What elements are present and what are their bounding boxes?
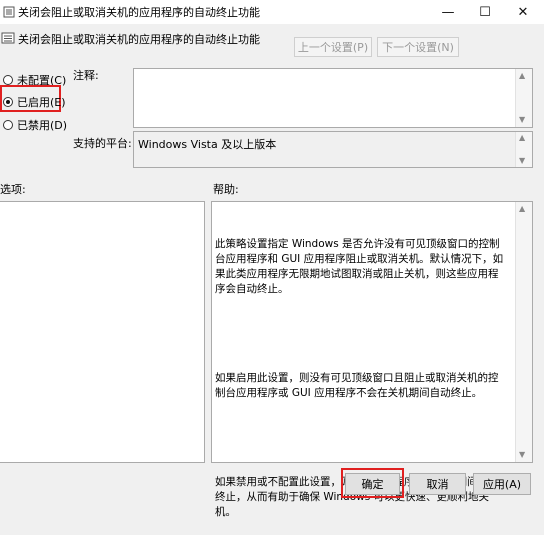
scroll-up-icon[interactable]: ▲ [519,134,525,142]
radio-circle[interactable] [3,120,13,130]
radio-label: 已启用(E) [17,96,66,109]
help-scrollbar[interactable]: ▲ ▼ [515,202,532,462]
help-label: 帮助: [213,183,239,196]
radio-enabled[interactable]: 已启用(E) [3,94,66,110]
scroll-down-icon[interactable]: ▼ [519,116,525,124]
comment-scrollbar[interactable]: ▲ ▼ [515,69,532,127]
scroll-up-icon[interactable]: ▲ [519,205,525,213]
help-paragraph-2: 如果启用此设置，则没有可见顶级窗口且阻止或取消关机的控制台应用程序或 GUI 应… [215,372,499,399]
ok-button[interactable]: 确定 [345,473,400,495]
platform-scrollbar[interactable]: ▲ ▼ [515,132,532,167]
radio-disabled[interactable]: 已禁用(D) [3,117,67,133]
radio-label: 已禁用(D) [17,119,68,132]
help-paragraph-1: 此策略设置指定 Windows 是否允许没有可见顶级窗口的控制台应用程序和 GU… [215,238,504,295]
policy-icon [1,32,15,44]
close-icon[interactable]: ✕ [505,0,541,24]
prev-setting-button[interactable]: 上一个设置(P) [294,37,372,57]
title-bar: 关闭会阻止或取消关机的应用程序的自动终止功能 — ☐ ✕ [0,0,544,24]
radio-circle-selected[interactable] [3,97,13,107]
scroll-up-icon[interactable]: ▲ [519,72,525,80]
policy-icon [3,6,15,18]
comment-textarea[interactable]: ▲ ▼ [133,68,533,128]
cancel-button[interactable]: 取消 [409,473,466,495]
scroll-down-icon[interactable]: ▼ [519,451,525,459]
platform-box: Windows Vista 及以上版本 ▲ ▼ [133,131,533,168]
minimize-icon[interactable]: — [430,0,466,24]
maximize-icon[interactable]: ☐ [467,0,503,24]
platform-label: 支持的平台: [73,137,132,150]
comment-label: 注释: [73,69,99,82]
scroll-down-icon[interactable]: ▼ [519,157,525,165]
platform-value: Windows Vista 及以上版本 [138,138,277,151]
radio-circle[interactable] [3,75,13,85]
options-label: 选项: [0,183,26,196]
next-setting-button[interactable]: 下一个设置(N) [377,37,459,57]
apply-button[interactable]: 应用(A) [473,473,531,495]
options-pane [0,201,205,463]
policy-title: 关闭会阻止或取消关机的应用程序的自动终止功能 [18,33,260,46]
window-title: 关闭会阻止或取消关机的应用程序的自动终止功能 [18,6,260,19]
